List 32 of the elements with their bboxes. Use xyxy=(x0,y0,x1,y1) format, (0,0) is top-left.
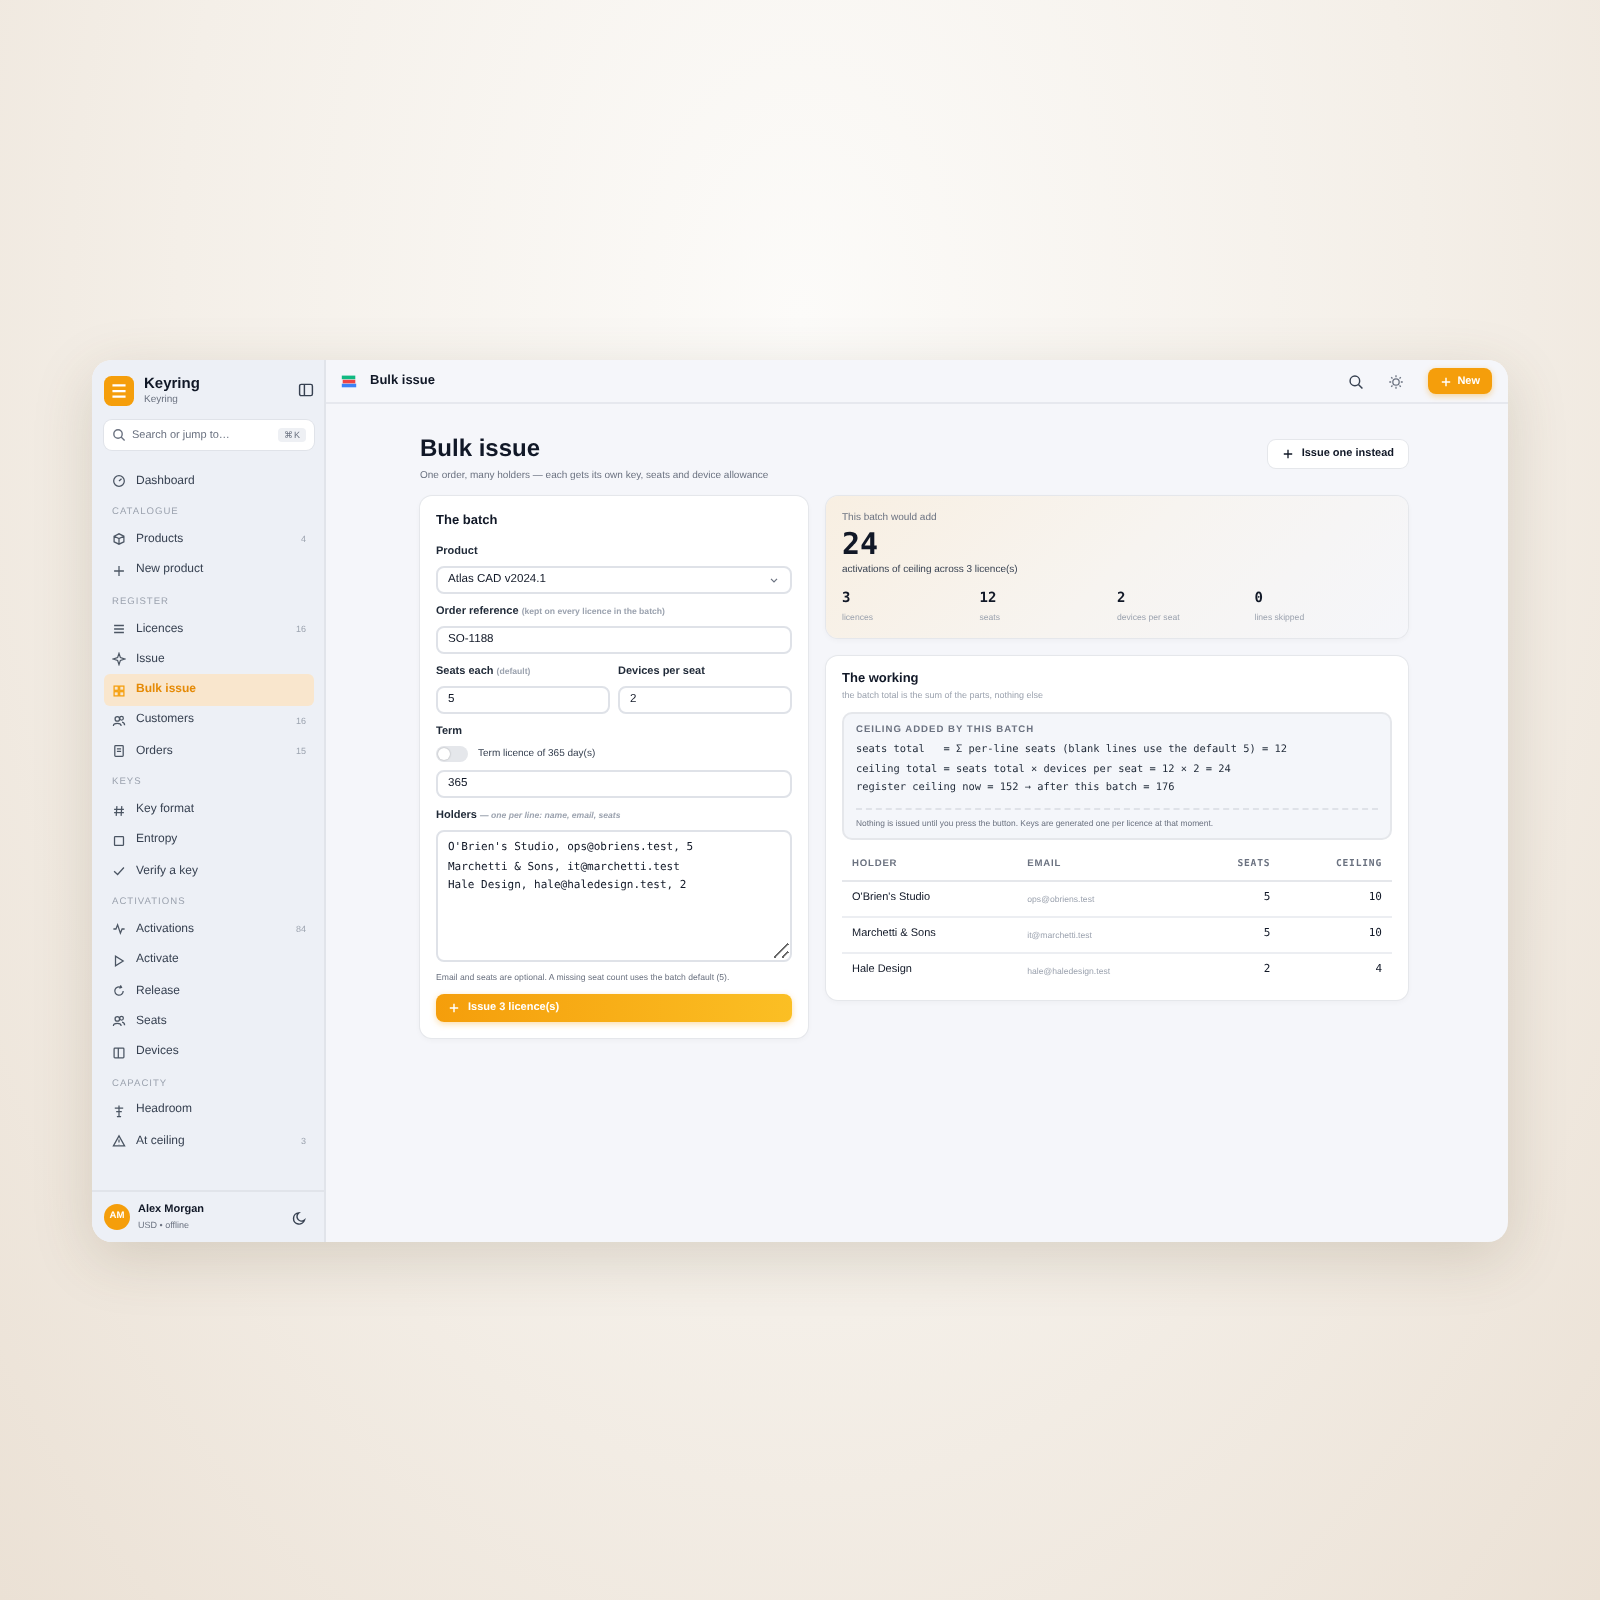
grid-icon xyxy=(112,683,126,698)
receipt-icon xyxy=(112,744,126,759)
box-icon xyxy=(112,532,126,547)
list-icon xyxy=(112,622,126,637)
gauge-icon xyxy=(112,474,126,489)
plus-icon xyxy=(1281,448,1294,460)
plus-icon xyxy=(112,563,126,578)
search-icon xyxy=(112,428,126,442)
sparkle-icon xyxy=(112,652,126,667)
users-icon xyxy=(112,1014,126,1029)
refresh-icon xyxy=(112,984,126,998)
hash-icon xyxy=(112,803,126,818)
users-icon xyxy=(112,713,126,728)
square-icon xyxy=(112,833,126,848)
tower-icon xyxy=(112,1103,126,1118)
check-icon xyxy=(112,864,126,879)
warning-icon xyxy=(112,1134,126,1149)
panel-icon xyxy=(112,1045,126,1060)
plus-icon xyxy=(1439,375,1452,387)
sun-icon[interactable] xyxy=(1387,373,1404,389)
books-icon xyxy=(340,372,358,390)
pulse-icon xyxy=(112,922,126,937)
page-title: Bulk issue xyxy=(420,434,543,462)
search-icon[interactable] xyxy=(1347,373,1364,389)
term-toggle[interactable] xyxy=(436,746,468,762)
moon-icon[interactable] xyxy=(292,1209,308,1225)
summary-total: 24 xyxy=(842,526,881,562)
logo-icon xyxy=(104,375,134,405)
play-icon xyxy=(112,953,126,968)
chevron-down-icon xyxy=(768,574,780,586)
sidebar-toggle-icon[interactable] xyxy=(298,382,314,398)
plus-icon xyxy=(448,1002,460,1014)
